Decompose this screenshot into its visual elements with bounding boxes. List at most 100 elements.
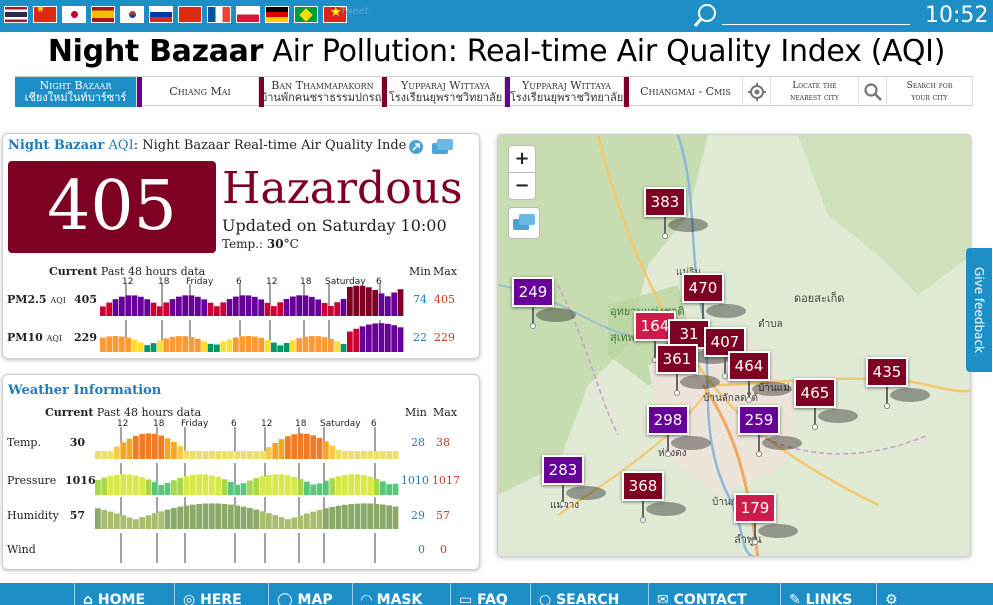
tab-yupparaj-wittaya-2[interactable]: Yupparaj Wittaya โรงเรียนยุพราชวิทยาลัย: [510, 77, 624, 107]
station-marker[interactable]: 470: [682, 273, 724, 303]
station-marker[interactable]: 465: [794, 378, 836, 408]
flag-thai-icon[interactable]: [4, 6, 28, 23]
nav-here[interactable]: ◎ HERE: [174, 583, 268, 605]
pressure-row-current: 1016: [65, 474, 96, 487]
flag-korea-icon[interactable]: [120, 6, 144, 23]
sparkline-bar: [190, 451, 196, 459]
station-marker[interactable]: 259: [738, 405, 780, 435]
current-label: Current: [49, 265, 98, 278]
zoom-out-button[interactable]: −: [508, 172, 536, 200]
layers-button[interactable]: [508, 207, 540, 239]
tab-chiangmai-cmis[interactable]: Chiangmai - Cmis: [629, 77, 743, 107]
nav-home[interactable]: ⌂ HOME: [74, 583, 174, 605]
sparkline-bar: [150, 302, 157, 316]
tweet-button[interactable]: Tweet: [340, 6, 369, 17]
nav-faq[interactable]: ▭ FAQ: [450, 583, 530, 605]
locate-nearest-city-link[interactable]: Locate the nearest city: [771, 77, 859, 107]
nav-search[interactable]: ○ SEARCH: [530, 583, 648, 605]
flag-france-icon[interactable]: [207, 6, 231, 23]
flag-china-icon[interactable]: [33, 6, 57, 23]
sparkline-bar: [271, 342, 277, 352]
sparkline-bar: [171, 441, 177, 459]
flag-russia-icon[interactable]: [149, 6, 173, 23]
sparkline-bar: [100, 337, 106, 352]
sparkline-bar: [366, 324, 372, 352]
pressure-sparkline[interactable]: [95, 463, 399, 497]
flag-brazil-icon[interactable]: [294, 6, 318, 23]
sparkline-bar: [195, 296, 201, 316]
station-marker[interactable]: 179: [734, 493, 776, 523]
flag-germany-icon[interactable]: [265, 6, 289, 23]
station-marker[interactable]: 361: [656, 344, 698, 374]
pm25-sparkline[interactable]: [100, 284, 404, 318]
sparkline-bar: [190, 504, 196, 529]
map-label: ห่างดง: [658, 448, 687, 459]
marker-pin: [560, 501, 566, 507]
flag-hongkong-icon[interactable]: [178, 6, 202, 23]
pm10-unit: AQI: [46, 334, 63, 343]
sparkline-bar: [139, 477, 146, 495]
station-marker[interactable]: 383: [644, 187, 686, 217]
flag-japan-icon[interactable]: [62, 6, 86, 23]
share-icon[interactable]: [407, 138, 425, 156]
nav-map-label: MAP: [297, 592, 333, 605]
search-input[interactable]: [722, 5, 910, 25]
sparkline-bar: [283, 298, 290, 316]
sparkline-bar: [359, 326, 366, 352]
station-marker[interactable]: 435: [866, 357, 908, 387]
sparkline-bar: [385, 323, 391, 352]
station-marker[interactable]: 249: [512, 277, 554, 307]
station-marker[interactable]: 283: [542, 455, 584, 485]
zoom-in-button[interactable]: +: [508, 145, 536, 173]
sparkline-bar: [245, 295, 252, 316]
sparkline-bar: [183, 475, 190, 495]
flag-spain-icon[interactable]: [91, 6, 115, 23]
sparkline-bar: [342, 451, 348, 459]
tab-chiang-mai[interactable]: Chiang Mai: [142, 77, 259, 107]
nav-links[interactable]: ✎ LINKS: [780, 583, 876, 605]
sparkline-bar: [340, 344, 347, 352]
sparkline-bar: [253, 478, 260, 495]
layers-icon: [513, 214, 535, 230]
sparkline-bar: [323, 441, 329, 459]
aqi-panel: Night Bazaar AQI: Night Bazaar Real-time…: [2, 133, 480, 359]
station-marker[interactable]: 368: [622, 471, 664, 501]
nav-settings[interactable]: ⚙: [876, 583, 926, 605]
map-label: ดอยสะเก็ด: [794, 291, 844, 305]
update-time: Updated on Saturday 10:00: [222, 216, 447, 235]
sparkline-bar: [366, 287, 372, 316]
temp-sparkline[interactable]: [95, 427, 399, 461]
search-city-link[interactable]: Search for your city: [887, 77, 973, 107]
pressure-row-min: 1010: [401, 474, 429, 487]
give-feedback-button[interactable]: Give feedback: [966, 248, 992, 372]
nav-mask[interactable]: ◠ MASK: [352, 583, 450, 605]
tab-ban-thammapakorn[interactable]: Ban Thammapakorn บ้านพักคนชราธรรมปกรณ์: [264, 77, 382, 107]
widget-icon[interactable]: [431, 138, 455, 156]
map-panel[interactable]: แม่ริม ดอยสะเก็ด อุทยานแห่งชาติ สุเทพ บ้…: [497, 134, 971, 557]
pm10-sparkline[interactable]: [100, 320, 404, 354]
sparkline-bar: [177, 446, 184, 459]
tab-yupparaj-wittaya-1[interactable]: Yupparaj Wittaya โรงเรียนยุพราชวิทยาลัย: [387, 77, 505, 107]
sparkline-bar: [361, 451, 367, 459]
station-marker[interactable]: 298: [647, 405, 689, 435]
humidity-sparkline[interactable]: [95, 497, 399, 531]
sparkline-bar: [202, 451, 209, 459]
sparkline-bar: [207, 302, 214, 316]
search-city-icon[interactable]: [859, 77, 887, 107]
locate-icon[interactable]: [743, 77, 771, 107]
sparkline-bar: [120, 442, 127, 459]
sparkline-bar: [112, 299, 119, 316]
marker-pin: [884, 403, 890, 409]
nav-contact[interactable]: ✉ CONTACT: [648, 583, 780, 605]
search-icon[interactable]: [693, 3, 719, 29]
flag-poland-icon[interactable]: [236, 6, 260, 23]
wind-sparkline[interactable]: [95, 533, 399, 563]
sparkline-bar: [190, 474, 196, 495]
sparkline-bar: [226, 339, 233, 352]
sparkline-bar: [228, 504, 234, 529]
tab-night-bazaar[interactable]: Night Bazaar เชียงใหม่ในท์บาร์ซาร์: [15, 77, 137, 107]
sparkline-bar: [334, 341, 341, 352]
nav-map[interactable]: ◯ MAP: [268, 583, 352, 605]
station-marker[interactable]: 464: [728, 351, 770, 381]
marker-pin: [665, 451, 671, 457]
